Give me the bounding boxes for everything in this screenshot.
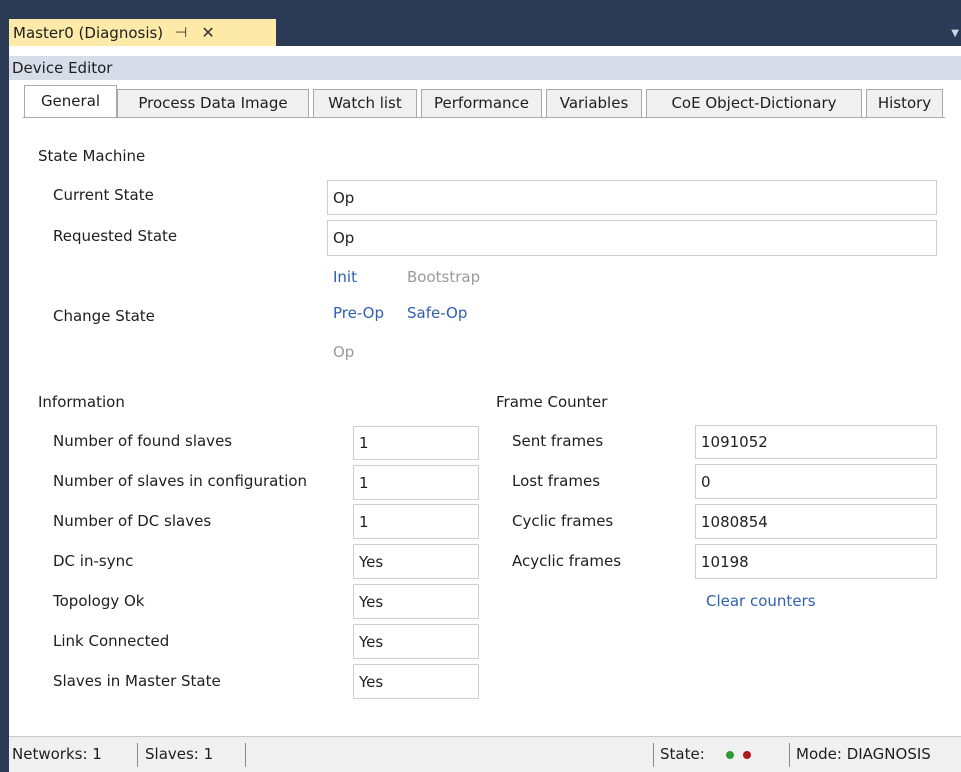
bootstrap-button[interactable]: Bootstrap [407,268,480,286]
info-label-link-connected: Link Connected [53,632,170,650]
frame-label-lost: Lost frames [512,472,601,490]
tab-bar: General Process Data Image Watch list Pe… [9,80,961,118]
tab-variables[interactable]: Variables [546,89,642,117]
info-label-slaves-in-configuration: Number of slaves in configuration [53,472,308,490]
frame-label-sent: Sent frames [512,432,604,450]
op-button[interactable]: Op [333,343,354,361]
info-label-dc-slaves: Number of DC slaves [53,512,212,530]
tab-performance[interactable]: Performance [421,89,542,117]
document-tab-title: Master0 (Diagnosis) [13,23,164,42]
frame-value-sent: 1091052 [695,425,937,459]
status-separator [789,743,790,767]
init-button[interactable]: Init [333,268,357,286]
info-label-slaves-in-master-state: Slaves in Master State [53,672,221,690]
status-separator [653,743,654,767]
info-label-dc-in-sync: DC in-sync [53,552,134,570]
document-tab-strip: Master0 (Diagnosis) ⊣ ✕ ▼ [0,0,961,46]
requested-state-field: Op [327,220,937,256]
tab-watch-list[interactable]: Watch list [313,89,417,117]
safeop-button[interactable]: Safe-Op [407,304,467,322]
editor-title: Device Editor [9,56,961,80]
close-icon[interactable]: ✕ [201,23,214,42]
tab-general[interactable]: General [24,85,117,118]
tab-history[interactable]: History [866,89,943,117]
frame-label-cyclic: Cyclic frames [512,512,614,530]
info-label-found-slaves: Number of found slaves [53,432,233,450]
info-label-topology-ok: Topology Ok [53,592,145,610]
chevron-down-icon[interactable]: ▼ [951,28,959,39]
information-heading: Information [38,393,125,411]
document-tab[interactable]: Master0 (Diagnosis) ⊣ ✕ [9,19,276,46]
requested-state-label: Requested State [53,227,178,245]
status-separator [245,743,246,767]
pin-icon[interactable]: ⊣ [175,25,187,41]
tab-divider [23,117,945,118]
current-state-field: Op [327,180,937,215]
clear-counters-link[interactable]: Clear counters [706,592,816,610]
info-value-link-connected: Yes [353,624,479,659]
info-value-found-slaves: 1 [353,426,479,460]
status-separator [137,743,138,767]
info-value-topology-ok: Yes [353,584,479,619]
green-led-icon [726,750,735,759]
state-machine-heading: State Machine [38,147,146,165]
info-value-dc-slaves: 1 [353,504,479,539]
frame-value-acyclic: 10198 [695,544,937,579]
preop-button[interactable]: Pre-Op [333,304,384,322]
frame-label-acyclic: Acyclic frames [512,552,622,570]
info-value-slaves-in-configuration: 1 [353,465,479,500]
frame-counter-heading: Frame Counter [496,393,608,411]
status-state: State: [660,737,752,772]
info-value-slaves-in-master-state: Yes [353,664,479,699]
change-state-label: Change State [53,307,155,325]
tab-process-data-image[interactable]: Process Data Image [117,89,309,117]
status-networks: Networks: 1 [12,745,102,763]
status-slaves: Slaves: 1 [145,745,214,763]
frame-value-cyclic: 1080854 [695,504,937,539]
device-editor-panel: Device Editor General Process Data Image… [9,46,961,772]
frame-value-lost: 0 [695,464,937,499]
status-bar: Networks: 1 Slaves: 1 State: Mode: DIAGN… [9,736,961,772]
status-state-label: State: [660,745,705,763]
tab-coe-object-dictionary[interactable]: CoE Object-Dictionary [646,89,862,117]
red-led-icon [743,750,752,759]
current-state-label: Current State [53,186,154,204]
info-value-dc-in-sync: Yes [353,544,479,579]
status-mode: Mode: DIAGNOSIS [796,745,931,763]
